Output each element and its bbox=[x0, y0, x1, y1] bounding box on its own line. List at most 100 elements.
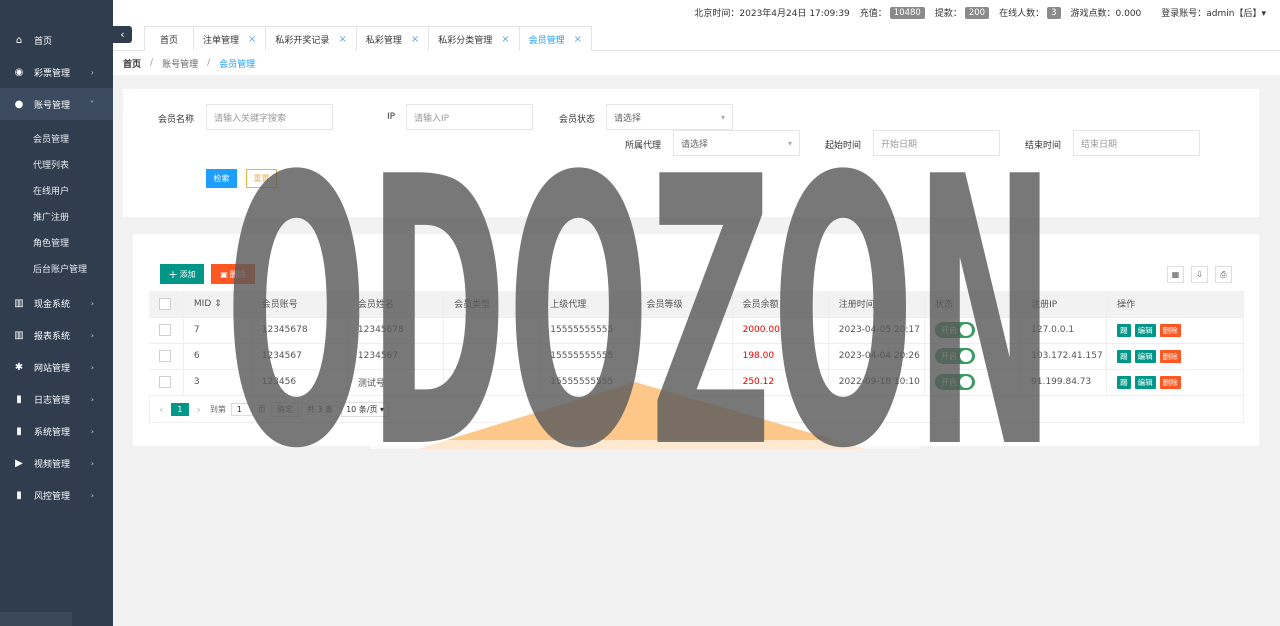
add-button[interactable]: + 添加 bbox=[160, 264, 204, 284]
tab-item[interactable]: 私彩开奖记录 × bbox=[265, 26, 357, 51]
collapse-sidebar-button[interactable]: ‹ bbox=[113, 26, 132, 43]
row-delete-button[interactable]: 删除 bbox=[1159, 375, 1181, 389]
status-toggle[interactable]: 开启 bbox=[934, 322, 975, 338]
sidebar-subitem-promo-register[interactable]: 推广注册 bbox=[0, 203, 113, 229]
column-header: 注册IP bbox=[1020, 291, 1108, 318]
print-icon[interactable]: ⎙ bbox=[1215, 266, 1232, 283]
bank-icon: ▥ bbox=[14, 297, 24, 309]
ip-input[interactable]: 请输入IP bbox=[406, 104, 533, 130]
status-toggle[interactable]: 开启 bbox=[934, 348, 975, 364]
sidebar-item-system[interactable]: ▮ 系统管理 › bbox=[0, 415, 113, 447]
cell-account: 1234567 bbox=[251, 343, 348, 370]
account-menu[interactable]: 登录账号：admin【后】▾ bbox=[1161, 6, 1266, 19]
table-row[interactable]: 3 123456 测试号 15555555555 250.12 2022-09-18 10… bbox=[149, 369, 1244, 396]
page-input[interactable]: 1 bbox=[230, 402, 253, 416]
sidebar-item-accounts[interactable]: ● 账号管理 ˅ bbox=[0, 88, 113, 120]
status-toggle[interactable]: 开启 bbox=[934, 374, 975, 390]
tab-item[interactable]: 会员管理 × bbox=[518, 26, 593, 51]
sidebar-item-reports[interactable]: ▥ 报表系统 › bbox=[0, 319, 113, 351]
recharge-badge[interactable]: 10480 bbox=[889, 6, 925, 19]
tab-item[interactable]: 首页 bbox=[144, 26, 195, 51]
withdraw-badge[interactable]: 200 bbox=[964, 6, 990, 19]
chevron-right-icon: › bbox=[90, 330, 94, 340]
reset-button[interactable]: 重置 bbox=[246, 169, 277, 188]
online-badge[interactable]: 3 bbox=[1047, 6, 1061, 19]
breadcrumb-home[interactable]: 首页 bbox=[123, 57, 141, 70]
sidebar-item-website[interactable]: ✱ 网站管理 › bbox=[0, 351, 113, 383]
video-icon: ▶ bbox=[15, 457, 23, 469]
end-date-input[interactable]: 结束日期 bbox=[1073, 130, 1200, 156]
prev-page-button[interactable]: ‹ bbox=[159, 403, 163, 416]
tab-label: 注单管理 bbox=[203, 35, 240, 46]
table-row[interactable]: 6 1234567 1234567 15555555555 198.00 2023-04-… bbox=[149, 343, 1244, 370]
cell-agent: 15555555555 bbox=[539, 369, 637, 396]
breadcrumb-separator: / bbox=[150, 58, 154, 68]
tab-item[interactable]: 私彩管理 × bbox=[355, 26, 430, 51]
start-date-input[interactable]: 开始日期 bbox=[873, 130, 1000, 156]
chevron-down-icon: ▾ bbox=[787, 138, 792, 148]
server-time: 北京时间：2023年4月24日 17:09:39 bbox=[694, 9, 850, 19]
sidebar-item-lottery[interactable]: ◉ 彩票管理 › bbox=[0, 56, 113, 88]
row-checkbox[interactable] bbox=[159, 350, 171, 362]
cell-level bbox=[635, 343, 733, 370]
row-delete-button[interactable]: 删除 bbox=[1159, 323, 1181, 337]
cell-reg: 2022-09-18 10:10 bbox=[828, 369, 925, 396]
tab-bar: ‹ 首页 注单管理 × 私彩开奖记录 × 私彩管理 × 私彩分类管理 × 会员管理 × bbox=[113, 26, 1280, 51]
current-page-button[interactable]: 1 bbox=[171, 402, 189, 416]
row-delete-button[interactable]: 删除 bbox=[1159, 349, 1181, 363]
column-header: 会员账号 bbox=[251, 291, 348, 318]
agent-select[interactable]: 请选择 ▾ bbox=[673, 130, 800, 156]
row-checkbox[interactable] bbox=[159, 376, 171, 388]
cell-name: 1234567 bbox=[347, 343, 445, 370]
member-name-input[interactable]: 请输入关键字搜索 bbox=[206, 104, 333, 130]
sidebar-item-risk[interactable]: ▮ 风控管理 › bbox=[0, 479, 113, 511]
cell-balance: 198.00 bbox=[732, 343, 829, 370]
table-row[interactable]: 7 12345678 12345678 15555555555 2000.00 2023-… bbox=[149, 317, 1244, 344]
sidebar-item-video[interactable]: ▶ 视频管理 › bbox=[0, 447, 113, 479]
edit-button[interactable]: 编辑 bbox=[1134, 323, 1156, 337]
sidebar-item-cash[interactable]: ▥ 现金系统 › bbox=[0, 287, 113, 319]
page-size-select[interactable]: 10 条/页 ▾ bbox=[341, 401, 390, 417]
sidebar-subitem-roles[interactable]: 角色管理 bbox=[0, 229, 113, 255]
sidebar-item-home[interactable]: ⌂ 首页 bbox=[0, 24, 113, 56]
tab-item[interactable]: 私彩分类管理 × bbox=[428, 26, 520, 51]
chevron-right-icon: › bbox=[90, 298, 94, 308]
sidebar-item-logs[interactable]: ▮ 日志管理 › bbox=[0, 383, 113, 415]
close-icon[interactable]: × bbox=[501, 34, 509, 45]
row-checkbox[interactable] bbox=[159, 324, 171, 336]
close-icon[interactable]: × bbox=[411, 34, 419, 45]
breadcrumb-separator: / bbox=[207, 58, 211, 68]
top-bar: 北京时间：2023年4月24日 17:09:39 充值： 10480 提款： 2… bbox=[113, 0, 1280, 26]
search-button[interactable]: 检索 bbox=[206, 169, 237, 188]
chevron-right-icon: › bbox=[90, 394, 94, 404]
sidebar-subitem-members[interactable]: 会员管理 bbox=[0, 125, 113, 151]
cell-mid: 6 bbox=[183, 343, 252, 370]
tab-item[interactable]: 注单管理 × bbox=[193, 26, 267, 51]
export-icon[interactable]: ⇩ bbox=[1191, 266, 1208, 283]
sidebar-item-label: 报表系统 bbox=[34, 331, 71, 342]
kick-button[interactable]: 踢 bbox=[1117, 323, 1131, 337]
sidebar-item-label: 彩票管理 bbox=[34, 68, 71, 79]
close-icon[interactable]: × bbox=[574, 34, 582, 45]
sidebar-subitem-online-users[interactable]: 在线用户 bbox=[0, 177, 113, 203]
edit-button[interactable]: 编辑 bbox=[1134, 349, 1156, 363]
select-all-checkbox[interactable] bbox=[159, 297, 171, 310]
member-name-label: 会员名称 bbox=[158, 115, 195, 125]
gear-icon: ✱ bbox=[14, 361, 24, 373]
sidebar-subitem-admin-accounts[interactable]: 后台账户管理 bbox=[0, 255, 113, 281]
next-page-button[interactable]: › bbox=[197, 403, 201, 416]
cell-agent: 15555555555 bbox=[539, 343, 637, 370]
close-icon[interactable]: × bbox=[248, 34, 256, 45]
close-icon[interactable]: × bbox=[338, 34, 346, 45]
sidebar-subitem-agents[interactable]: 代理列表 bbox=[0, 151, 113, 177]
member-status-select[interactable]: 请选择 ▾ bbox=[606, 104, 733, 130]
kick-button[interactable]: 踢 bbox=[1117, 375, 1131, 389]
confirm-page-button[interactable]: 确定 bbox=[270, 401, 299, 417]
columns-icon[interactable]: ▦ bbox=[1167, 266, 1184, 283]
edit-button[interactable]: 编辑 bbox=[1134, 375, 1156, 389]
column-header[interactable]: MID ⇕ bbox=[183, 291, 252, 318]
bar-chart-icon: ▮ bbox=[16, 393, 22, 405]
delete-button[interactable]: ▣ 删除 bbox=[211, 264, 255, 284]
breadcrumb-parent[interactable]: 账号管理 bbox=[162, 57, 198, 70]
kick-button[interactable]: 踢 bbox=[1117, 349, 1131, 363]
